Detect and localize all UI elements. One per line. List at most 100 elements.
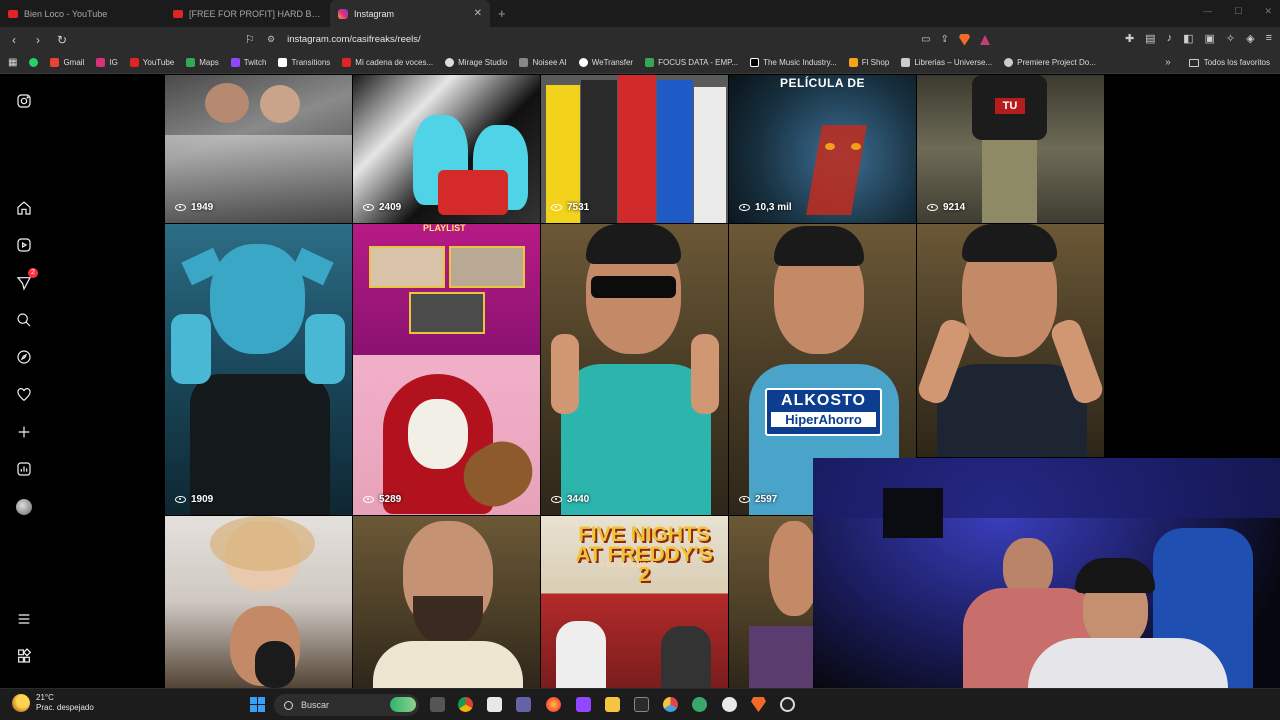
reel-tile[interactable]: 7531 (541, 75, 728, 223)
bookmark-item[interactable]: Transitions (278, 58, 330, 67)
twitch-icon[interactable] (576, 697, 591, 712)
apps-icon[interactable]: ▦ (8, 57, 17, 68)
heart-icon[interactable] (14, 385, 34, 405)
bookmark-item[interactable]: Mi cadena de voces... (342, 58, 433, 67)
search-label: Buscar (301, 700, 330, 710)
app-icon[interactable] (692, 697, 707, 712)
bookmark-item[interactable]: Twitch (230, 58, 266, 67)
dashboard-icon[interactable] (14, 459, 34, 479)
menu-icon[interactable]: ≡ (1266, 32, 1272, 45)
cast-icon[interactable]: ▭ (921, 34, 930, 45)
address-bar[interactable]: ⚐ ⚙ instagram.com/casifreaks/reels/ ▭ ⇪ (245, 29, 990, 50)
reader-icon[interactable]: ▤ (1145, 32, 1155, 45)
tab-free-for-profit[interactable]: [FREE FOR PROFIT] HARD BOUNCY T (165, 0, 330, 27)
chrome-icon[interactable] (458, 697, 473, 712)
eye-icon (175, 496, 186, 503)
tab-bien-loco[interactable]: Bien Loco - YouTube (0, 0, 165, 27)
reload-icon[interactable]: ↻ (52, 33, 72, 47)
more-bookmarks-icon[interactable]: » (1165, 57, 1171, 68)
reel-tile[interactable]: 3440 (541, 224, 728, 515)
notification-badge: 2 (28, 268, 38, 278)
teams-icon[interactable] (516, 697, 531, 712)
reel-tile[interactable]: 1909 (165, 224, 352, 515)
bookmark-item[interactable]: Noisee AI (519, 58, 567, 67)
bookmark-whatsapp[interactable] (29, 58, 39, 67)
capcut-icon[interactable] (634, 697, 649, 712)
minimize-icon[interactable]: — (1203, 6, 1212, 17)
unity-icon[interactable] (722, 697, 737, 712)
transitions-icon (278, 58, 288, 67)
create-icon[interactable] (14, 422, 34, 442)
reels-icon[interactable] (14, 235, 34, 255)
brave-icon[interactable] (751, 697, 766, 712)
reel-tile[interactable] (165, 516, 352, 688)
reel-overlay-text: PELÍCULA DE (780, 76, 866, 90)
weather-widget[interactable]: 21°C Prac. despejado (12, 693, 94, 713)
tab-title: Instagram (354, 8, 395, 19)
bookmark-item[interactable]: Maps (186, 58, 219, 67)
bookmark-icon[interactable]: ⚐ (245, 33, 267, 46)
start-button[interactable] (250, 697, 265, 712)
home-icon[interactable] (14, 198, 34, 218)
whatsapp-icon (29, 58, 39, 67)
new-tab-icon[interactable]: + (498, 6, 506, 21)
maximize-icon[interactable]: ☐ (1234, 6, 1242, 17)
store-icon[interactable] (487, 697, 502, 712)
forward-icon[interactable]: › (28, 33, 48, 47)
davinci-icon[interactable] (663, 697, 678, 712)
bookmark-item[interactable]: WeTransfer (578, 58, 633, 67)
reel-tile[interactable]: 5289 (353, 224, 540, 515)
bookmark-item[interactable]: Librerias – Universe... (901, 58, 992, 67)
search-icon[interactable] (14, 310, 34, 330)
bookmark-item[interactable]: IG (96, 58, 118, 67)
task-view-icon[interactable] (430, 697, 445, 712)
reel-tile[interactable]: 2409 (353, 75, 540, 223)
file-explorer-icon[interactable] (605, 697, 620, 712)
messages-icon[interactable]: 2 (14, 268, 38, 293)
bookmark-item[interactable]: Premiere Project Do... (1004, 58, 1096, 67)
vpn-icon[interactable]: ◈ (1246, 32, 1254, 45)
maps-icon (186, 58, 196, 67)
back-icon[interactable]: ‹ (4, 33, 24, 47)
temperature-label: 21°C (36, 693, 54, 702)
reel-tile[interactable]: 10,3 mil (729, 75, 916, 223)
obs-icon[interactable] (780, 697, 795, 712)
sidebar-icon[interactable]: ◧ (1183, 32, 1193, 45)
explore-icon[interactable] (14, 347, 34, 367)
bookmark-item[interactable]: Mirage Studio (445, 58, 507, 67)
reel-tile[interactable] (353, 516, 540, 688)
more-menu-icon[interactable] (14, 609, 34, 629)
firefox-icon[interactable] (546, 697, 561, 712)
eye-icon (551, 496, 562, 503)
bookmark-item[interactable]: Gmail (50, 58, 84, 67)
reel-tile[interactable] (729, 516, 813, 688)
threads-icon[interactable] (14, 646, 34, 666)
address-actions: ▭ ⇪ (921, 33, 990, 46)
extensions-icon[interactable]: ✚ (1125, 32, 1134, 45)
all-favorites[interactable]: Todos los favoritos (1188, 58, 1270, 67)
bookmark-item[interactable]: FOCUS DATA - EMP... (645, 58, 738, 67)
brave-shields-icon[interactable] (959, 33, 970, 46)
bookmark-item[interactable]: Fl Shop (848, 58, 889, 67)
close-window-icon[interactable]: ✕ (1264, 6, 1272, 17)
url-text[interactable]: instagram.com/casifreaks/reels/ (287, 34, 421, 45)
brave-rewards-icon[interactable] (980, 34, 990, 45)
bookmark-label: IG (109, 58, 118, 67)
profile-icon[interactable] (14, 497, 34, 517)
wallet-icon[interactable]: ▣ (1204, 32, 1214, 45)
bookmark-label: Gmail (63, 58, 85, 67)
close-tab-icon[interactable]: ✕ (474, 8, 482, 19)
leo-icon[interactable]: ✧ (1226, 32, 1235, 45)
share-icon[interactable]: ⇪ (941, 34, 949, 45)
site-info-icon[interactable]: ⚙ (267, 34, 275, 45)
music-icon[interactable]: ♪ (1167, 32, 1173, 45)
twitch-icon (230, 58, 240, 67)
tab-instagram[interactable]: Instagram ✕ (330, 0, 490, 27)
copilot-icon[interactable] (390, 697, 416, 712)
bookmark-item[interactable]: The Music Industry... (750, 58, 837, 67)
reel-tile[interactable]: 1949 (165, 75, 352, 223)
bookmark-item[interactable]: YouTube (129, 58, 174, 67)
drive-icon (645, 58, 655, 67)
reel-tile[interactable] (917, 224, 1104, 457)
instagram-logo-icon[interactable] (14, 91, 34, 111)
